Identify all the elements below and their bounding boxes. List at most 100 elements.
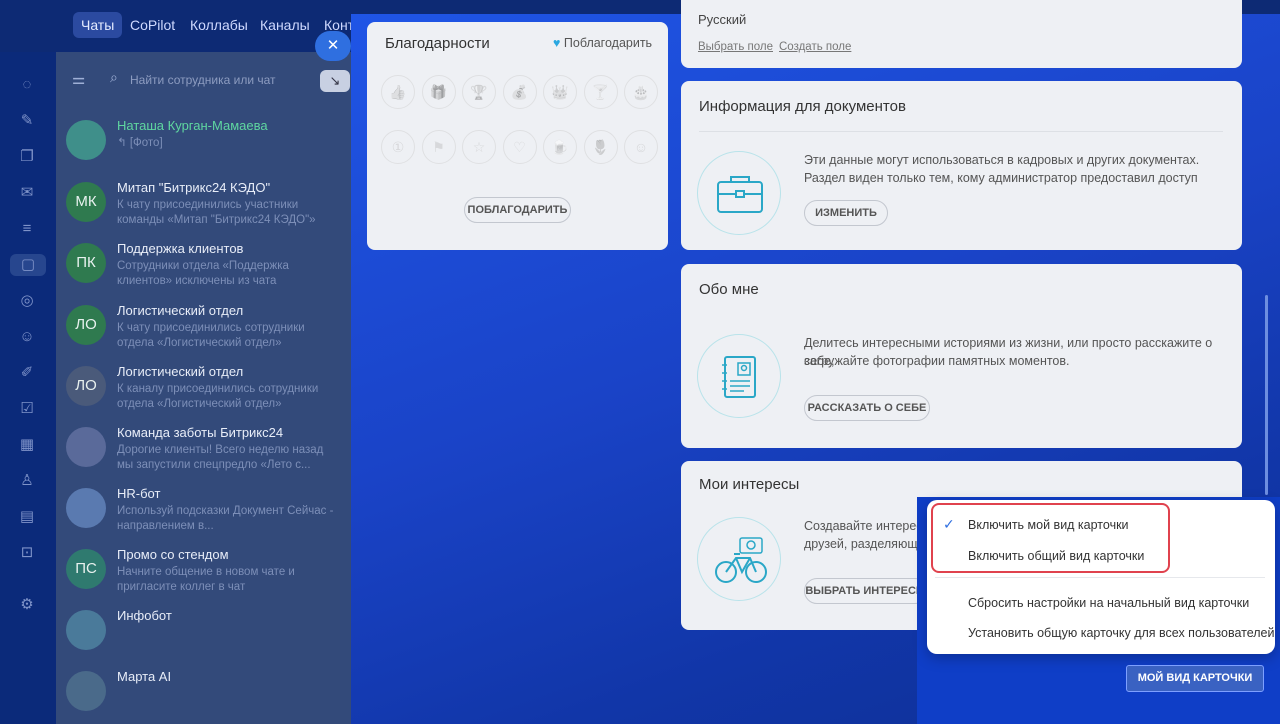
my-card-view-button[interactable]: МОЙ ВИД КАРТОЧКИ (1126, 665, 1264, 692)
heart-icon: ♥ (553, 36, 561, 50)
smile-icon[interactable]: ☺ (624, 130, 658, 164)
copy-icon[interactable]: ❐ (16, 146, 38, 168)
chat-preview: Дорогие клиенты! Всего неделю назад мы з… (117, 444, 324, 471)
menu-item-reset-view[interactable]: Сбросить настройки на начальный вид карт… (968, 596, 1249, 610)
flower-icon[interactable]: 🌷 (583, 130, 618, 164)
create-field-link[interactable]: Создать поле (779, 41, 851, 53)
beer-icon[interactable]: 🍺 (543, 130, 577, 164)
pencil-icon[interactable]: ✐ (16, 362, 38, 384)
search-input[interactable]: Найти сотрудника или чат (130, 73, 276, 87)
list-item[interactable]: ЛО Логистический отдел К каналу присоедини… (56, 358, 351, 418)
avatar (66, 488, 106, 528)
list-item[interactable]: Марта AI (56, 663, 351, 723)
calendar-icon[interactable]: ▦ (16, 434, 38, 456)
avatar: ПК (66, 243, 106, 283)
chats-active-icon[interactable]: ▢ (10, 254, 46, 276)
avatar: ПС (66, 549, 106, 589)
language-value: Русский (698, 12, 747, 27)
tasks-icon[interactable]: ☑ (16, 398, 38, 420)
interests-desc-2: друзей, разделяющи (804, 537, 925, 551)
chat-preview (117, 626, 342, 656)
tab-copilot[interactable]: CoPilot (122, 12, 183, 38)
list-item[interactable]: ПС Промо со стендом Начните общение в ново… (56, 541, 351, 601)
avatar: ЛО (66, 305, 106, 345)
chat-name: Поддержка клиентов (117, 241, 244, 256)
flag-icon[interactable]: ⚑ (421, 130, 456, 164)
people-icon[interactable]: ☺ (16, 326, 38, 348)
select-field-link[interactable]: Выбрать поле (698, 41, 773, 53)
thumbs-up-icon[interactable]: 👍 (381, 75, 415, 109)
thanks-card: Благодарности ♥ Поблагодарить 👍 🎁 🏆 💰 👑 🍸 🎂 ① ⚑ ☆… (367, 22, 668, 250)
chat-icon[interactable]: ◌ (16, 74, 38, 96)
thank-link-label: Поблагодарить (563, 36, 653, 50)
cake-icon[interactable]: 🎂 (624, 75, 658, 109)
filter-icon[interactable]: ⚌ (72, 70, 85, 88)
chat-preview: К чату присоединились участники команды … (117, 199, 316, 226)
list-item[interactable]: ЛО Логистический отдел К чату присоединили… (56, 297, 351, 357)
tab-chats[interactable]: Чаты (73, 12, 123, 38)
chat-preview (117, 687, 342, 717)
avatar (66, 610, 106, 650)
list-item[interactable]: Команда заботы Битрикс24 Дорогие клиенты!… (56, 419, 351, 479)
profile-document-icon (697, 334, 781, 418)
chat-preview: ↰ [Фото] (117, 137, 163, 149)
chat-panel: ⚌ ⌕ Найти сотрудника или чат ↘ Наташа Ку… (56, 52, 351, 724)
chat-name: Логистический отдел (117, 303, 244, 318)
avatar (66, 427, 106, 467)
language-card: Русский Выбрать поле Создать поле (681, 0, 1242, 68)
thanks-title: Благодарности (385, 35, 490, 52)
chat-name: Промо со стендом (117, 547, 229, 562)
briefcase-icon (697, 151, 781, 235)
copilot-icon[interactable]: ◎ (16, 290, 38, 312)
list-item[interactable]: МК Митап "Битрикс24 КЭДО" К чату присоедин… (56, 174, 351, 234)
chat-preview: Используй подсказки Документ Сейчас - на… (117, 505, 334, 532)
interests-desc-1: Создавайте интересы (804, 519, 932, 533)
about-desc-2: загружайте фотографии памятных моментов. (804, 354, 1070, 368)
chat-name: Наташа Курган-Мамаева (117, 118, 268, 133)
gift-icon[interactable]: 🎁 (421, 75, 456, 109)
user-icon[interactable]: ♙ (16, 470, 38, 492)
docs-info-card: Информация для документов Эти данные мог… (681, 81, 1242, 250)
chat-preview: К чату присоединились сотрудники отдела … (117, 322, 305, 349)
star-icon[interactable]: ☆ (462, 130, 496, 164)
avatar (66, 671, 106, 711)
avatar: ЛО (66, 366, 106, 406)
docs-info-title: Информация для документов (699, 98, 906, 115)
thank-link[interactable]: ♥ Поблагодарить (553, 36, 652, 50)
number-one-icon[interactable]: ① (381, 130, 415, 164)
cart-icon[interactable]: ⊡ (16, 542, 38, 564)
bicycle-icon (697, 517, 781, 601)
collapse-icon[interactable]: ↘ (320, 70, 350, 92)
crown-icon[interactable]: 👑 (543, 75, 577, 109)
tab-channels[interactable]: Каналы (252, 12, 318, 38)
about-title: Обо мне (699, 281, 759, 298)
list-icon[interactable]: ≡ (16, 218, 38, 240)
menu-item-set-shared-all[interactable]: Установить общую карточку для всех польз… (968, 626, 1275, 640)
chat-name: Инфобот (117, 608, 172, 623)
cocktail-icon[interactable]: 🍸 (583, 75, 618, 109)
document-icon[interactable]: ▤ (16, 506, 38, 528)
docs-info-desc-2: Раздел виден только тем, кому администра… (804, 171, 1198, 185)
close-button[interactable]: ✕ (315, 31, 351, 61)
choose-interests-button[interactable]: ВЫБРАТЬ ИНТЕРЕСЫ (804, 578, 928, 604)
heart-outline-icon[interactable]: ♡ (502, 130, 537, 164)
scrollbar[interactable] (1265, 295, 1268, 495)
tell-about-button[interactable]: РАССКАЗАТЬ О СЕБЕ (804, 395, 930, 421)
edit-icon[interactable]: ✎ (16, 110, 38, 132)
list-item[interactable]: HR-бот Используй подсказки Документ Сейча… (56, 480, 351, 540)
edit-button[interactable]: ИЗМЕНИТЬ (804, 200, 888, 226)
settings-icon[interactable]: ⚙ (16, 594, 38, 616)
thank-button[interactable]: ПОБЛАГОДАРИТЬ (464, 197, 571, 223)
chat-name: HR-бот (117, 486, 161, 501)
trophy-icon[interactable]: 🏆 (462, 75, 496, 109)
avatar: МК (66, 182, 106, 222)
menu-divider (935, 577, 1265, 578)
mail-icon[interactable]: ✉ (16, 182, 38, 204)
list-item[interactable]: Наташа Курган-Мамаева ↰ [Фото] (56, 112, 351, 172)
chat-name: Митап "Битрикс24 КЭДО" (117, 180, 271, 195)
money-bag-icon[interactable]: 💰 (502, 75, 537, 109)
tab-collabs[interactable]: Коллабы (182, 12, 256, 38)
chat-name: Логистический отдел (117, 364, 244, 379)
list-item[interactable]: ПК Поддержка клиентов Сотрудники отдела «П… (56, 235, 351, 295)
list-item[interactable]: Инфобот (56, 602, 351, 662)
